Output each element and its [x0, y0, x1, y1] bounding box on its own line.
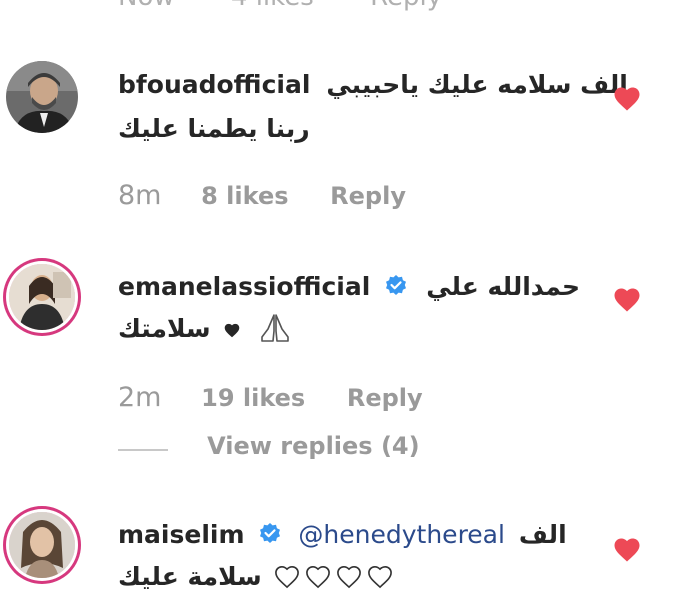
white-heart-emoji-icon [337, 565, 362, 589]
comment-text-line2: ربنا يطمنا عليك [118, 114, 310, 143]
comment-line-1: emanelassiofficial حمدالله علي [118, 270, 580, 304]
username[interactable]: maiselim [118, 520, 245, 549]
verified-badge-icon [260, 523, 281, 543]
replies-divider [118, 448, 168, 451]
view-replies-label[interactable]: View replies (4) [207, 432, 419, 460]
comment-line-1: maiselim @henedythereal الف [118, 518, 567, 552]
white-heart-emoji-icon [275, 565, 300, 589]
verified-badge-icon [386, 275, 407, 295]
comment-text-line2: سلامة عليك [118, 562, 262, 591]
comment-time: 2m [118, 382, 162, 413]
comment-likes[interactable]: 19 likes [201, 384, 305, 412]
avatar-photo [9, 264, 75, 330]
avatar[interactable] [6, 61, 78, 133]
comment-line-1: bfouadofficial الف سلامه عليك ياحبيبي [118, 68, 628, 102]
comment-text-line1: الف [518, 520, 567, 549]
praying-hands-emoji-icon [261, 314, 289, 342]
comment-text-line1: الف سلامه عليك ياحبيبي [326, 70, 628, 99]
comment-line-2: سلامة عليك [118, 560, 394, 594]
view-replies-button[interactable]: View replies (4) [118, 432, 420, 460]
comment-line-2: سلامتك [118, 312, 292, 346]
avatar-story-ring[interactable] [9, 512, 75, 578]
comment-meta: 2m 19 likes Reply [118, 382, 423, 413]
reply-button[interactable]: Reply [347, 384, 423, 412]
previous-comment-meta: Now 4 likes Reply [118, 0, 490, 12]
reply-button[interactable]: Reply [330, 182, 406, 210]
avatar-photo [9, 512, 75, 578]
comment-text-line2: سلامتك [118, 314, 211, 343]
white-heart-emoji-icon [306, 565, 331, 589]
comment-likes[interactable]: 8 likes [201, 182, 288, 210]
previous-comment-likes[interactable]: 4 likes [231, 0, 314, 12]
username[interactable]: emanelassiofficial [118, 272, 370, 301]
heart-icon[interactable] [612, 535, 642, 563]
comment-time: 8m [118, 180, 162, 211]
avatar-story-ring[interactable] [9, 264, 75, 330]
white-heart-emoji-icon [368, 565, 393, 589]
mention-link[interactable]: @henedythereal [298, 520, 505, 549]
heart-icon[interactable] [612, 285, 642, 313]
previous-comment-reply[interactable]: Reply [370, 0, 442, 12]
comment-text-line1: حمدالله علي [426, 272, 581, 301]
username[interactable]: bfouadofficial [118, 70, 310, 99]
avatar-photo [6, 61, 78, 133]
comment-meta: 8m 8 likes Reply [118, 180, 406, 211]
previous-comment-time: Now [118, 0, 175, 12]
heart-icon[interactable] [612, 84, 642, 112]
black-heart-emoji-icon [224, 323, 240, 338]
